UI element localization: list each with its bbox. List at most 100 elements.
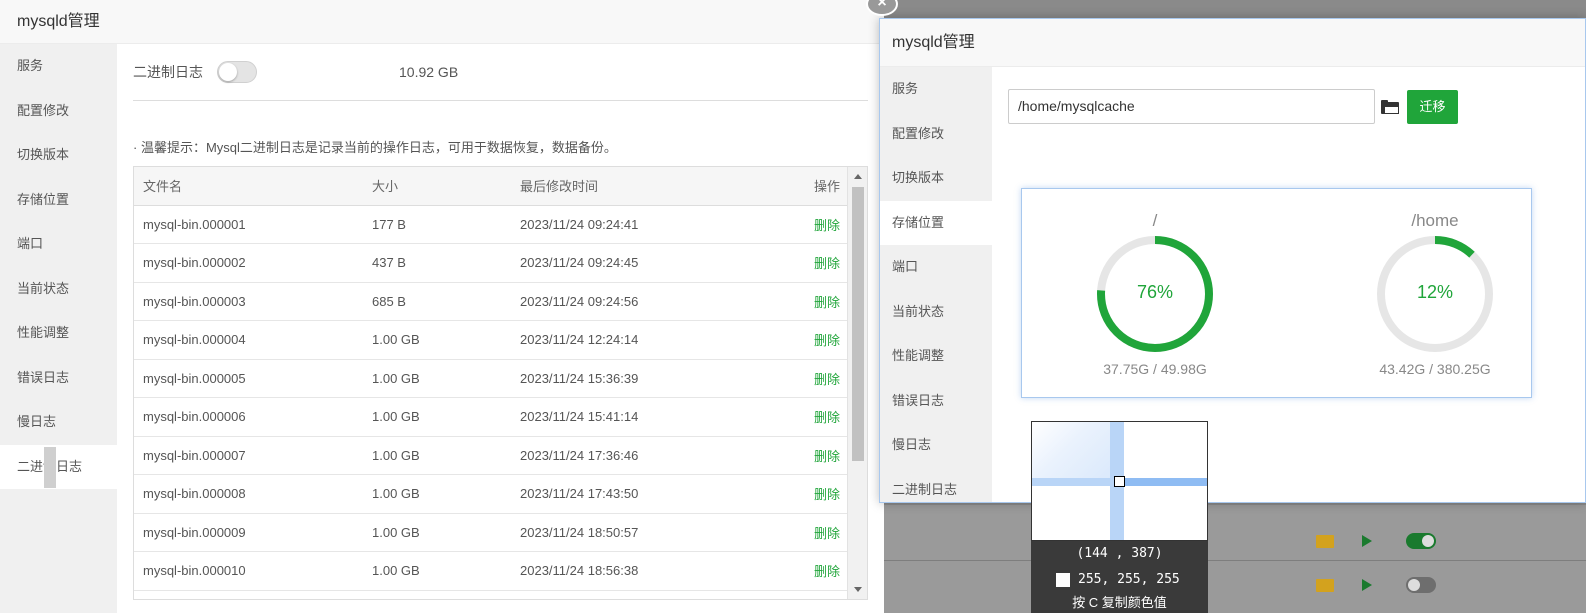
file-size: 1.00 GB: [363, 320, 511, 360]
action-cell: 删除: [787, 513, 848, 552]
file-modified: 2023/11/24 18:50:57: [511, 513, 787, 552]
picker-rgb: 255, 255, 255: [1031, 567, 1208, 593]
front-sidebar-item-3[interactable]: 存储位置: [880, 200, 992, 245]
toggle-switch: [1406, 577, 1436, 593]
left-sidebar-item-0[interactable]: 服务: [0, 44, 117, 89]
file-modified: 2023/11/24 15:41:14: [511, 397, 787, 437]
sidebar-item-label: 存储位置: [17, 191, 70, 207]
binlog-table: 文件名 大小 最后修改时间 操作 mysql-bin.000001 177 B 20…: [134, 167, 848, 591]
file-size: 685 B: [363, 282, 511, 321]
front-sidebar-item-0[interactable]: 服务: [880, 67, 992, 112]
scroll-thumb[interactable]: [852, 187, 864, 461]
delete-link[interactable]: 删除: [814, 487, 840, 502]
file-size: 1.00 GB: [363, 551, 511, 591]
disk-home: /home 12% 43.42G / 380.25G: [1335, 189, 1535, 397]
table-row: mysql-bin.000004 1.00 GB 2023/11/24 12:24:…: [134, 320, 848, 360]
left-sidebar-item-5[interactable]: 当前状态: [0, 267, 117, 312]
mysqld-manager-window: mysqld管理 服务 配置修改 切换版本 存储位置 端口 当前状态 性能调整 错误日志 慢日志…: [0, 0, 884, 613]
delete-link[interactable]: 删除: [814, 295, 840, 310]
file-name: mysql-bin.000008: [134, 474, 363, 514]
front-sidebar-item-4[interactable]: 端口: [880, 245, 992, 290]
front-sidebar-item-6[interactable]: 性能调整: [880, 334, 992, 379]
delete-link[interactable]: 删除: [814, 410, 840, 425]
disk-usage: 37.75G / 49.98G: [1103, 361, 1207, 377]
front-sidebar-item-2[interactable]: 切换版本: [880, 156, 992, 201]
binlog-header: 二进制日志 10.92 GB: [133, 44, 868, 101]
file-name: mysql-bin.000004: [134, 320, 363, 360]
picker-coordinates: (144 , 387): [1076, 546, 1163, 561]
file-name: mysql-bin.000003: [134, 282, 363, 321]
migrate-button[interactable]: 迁移: [1407, 89, 1458, 124]
table-scrollbar[interactable]: [847, 167, 867, 599]
picker-rgb-value: 255, 255, 255: [1078, 572, 1180, 587]
binlog-toggle[interactable]: [217, 61, 257, 83]
file-size: 1.00 GB: [363, 436, 511, 475]
delete-link[interactable]: 删除: [814, 564, 840, 579]
delete-link[interactable]: 删除: [814, 372, 840, 387]
folder-icon[interactable]: [1381, 99, 1399, 114]
disk-usage-panel: / 76% 37.75G / 49.98G /home 12% 43.42G /…: [1021, 188, 1532, 398]
front-sidebar-item-9[interactable]: 二进制日志: [880, 468, 992, 513]
col-filename: 文件名: [134, 167, 363, 206]
crosshair-icon: [1114, 476, 1125, 487]
left-sidebar-item-9[interactable]: 二进制日志: [0, 444, 117, 489]
action-cell: 删除: [787, 474, 848, 514]
file-modified: 2023/11/24 17:36:46: [511, 436, 787, 475]
delete-link[interactable]: 删除: [814, 218, 840, 233]
sidebar-item-label: 存储位置: [892, 214, 945, 230]
binlog-table-container: 文件名 大小 最后修改时间 操作 mysql-bin.000001 177 B 20…: [133, 166, 868, 600]
action-cell: 删除: [787, 436, 848, 475]
folder-icon: [1316, 535, 1334, 548]
sidebar-item-label: 性能调整: [17, 325, 70, 340]
delete-link[interactable]: 删除: [814, 256, 840, 271]
sidebar-item-label: 性能调整: [892, 348, 945, 363]
file-size: 1.00 GB: [363, 513, 511, 552]
file-size: 1.00 GB: [363, 474, 511, 514]
scroll-up-icon[interactable]: [854, 174, 862, 179]
table-row: mysql-bin.000008 1.00 GB 2023/11/24 17:43:…: [134, 474, 848, 514]
table-row: mysql-bin.000009 1.00 GB 2023/11/24 18:50:…: [134, 513, 848, 552]
file-modified: 2023/11/24 09:24:45: [511, 243, 787, 283]
front-sidebar-item-5[interactable]: 当前状态: [880, 290, 992, 335]
sidebar-item-label: 切换版本: [892, 170, 945, 185]
picker-info: (144 , 387) 255, 255, 255 按 C 复制颜色值: [1031, 541, 1208, 613]
color-swatch: [1056, 573, 1070, 587]
front-sidebar-item-1[interactable]: 配置修改: [880, 112, 992, 157]
sidebar-item-label: 慢日志: [17, 414, 57, 429]
left-sidebar-item-7[interactable]: 错误日志: [0, 356, 117, 401]
binlog-panel: 二进制日志 10.92 GB · 温馨提示：Mysql二进制日志是记录当前的操作…: [133, 44, 868, 613]
sidebar-item-label: 错误日志: [17, 369, 70, 385]
file-name: mysql-bin.000002: [134, 243, 363, 283]
table-row: mysql-bin.000001 177 B 2023/11/24 09:24:41…: [134, 205, 848, 244]
left-sidebar-item-3[interactable]: 存储位置: [0, 178, 117, 223]
disk-root: / 76% 37.75G / 49.98G: [1055, 189, 1255, 397]
folder-icon: [1316, 579, 1334, 592]
action-cell: 删除: [787, 551, 848, 591]
left-sidebar-item-8[interactable]: 慢日志: [0, 400, 117, 445]
disk-usage: 43.42G / 380.25G: [1379, 361, 1491, 377]
file-modified: 2023/11/24 17:43:50: [511, 474, 787, 514]
delete-link[interactable]: 删除: [814, 449, 840, 464]
file-modified: 2023/11/24 09:24:56: [511, 282, 787, 321]
left-sidebar-item-2[interactable]: 切换版本: [0, 133, 117, 178]
left-sidebar-item-4[interactable]: 端口: [0, 222, 117, 267]
file-name: mysql-bin.000006: [134, 397, 363, 437]
disk-name: /home: [1411, 211, 1459, 230]
sidebar-item-label: 配置修改: [892, 125, 945, 141]
scroll-down-icon[interactable]: [854, 587, 862, 592]
left-sidebar-item-6[interactable]: 性能调整: [0, 311, 117, 356]
sidebar-item-label: 端口: [17, 236, 44, 251]
table-row: mysql-bin.000003 685 B 2023/11/24 09:24:56…: [134, 282, 848, 321]
storage-path-input[interactable]: /home/mysqlcache: [1008, 89, 1375, 124]
front-sidebar-item-7[interactable]: 错误日志: [880, 379, 992, 424]
play-icon: [1362, 535, 1372, 547]
front-sidebar-item-8[interactable]: 慢日志: [880, 423, 992, 468]
color-picker-magnifier: (144 , 387) 255, 255, 255 按 C 复制颜色值: [1031, 421, 1208, 613]
delete-link[interactable]: 删除: [814, 526, 840, 541]
sidebar-item-label: 端口: [892, 259, 919, 274]
disk-percent: 76%: [1136, 282, 1174, 302]
magnifier-view: [1031, 421, 1208, 541]
binlog-tip: · 温馨提示：Mysql二进制日志是记录当前的操作日志，可用于数据恢复，数据备份…: [133, 140, 617, 155]
delete-link[interactable]: 删除: [814, 333, 840, 348]
left-sidebar-item-1[interactable]: 配置修改: [0, 89, 117, 134]
